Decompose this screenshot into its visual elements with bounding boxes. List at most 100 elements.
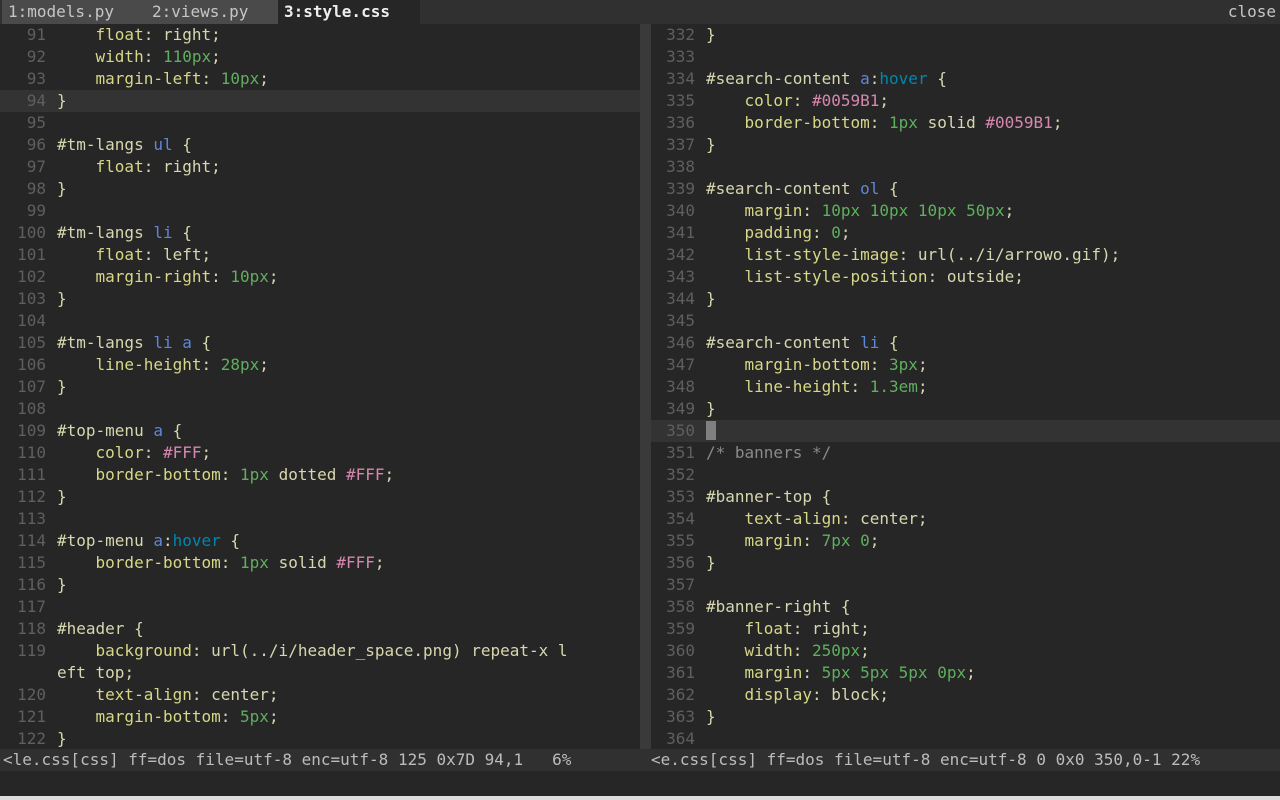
code-line[interactable]: 339 #search-content ol {	[651, 178, 1280, 200]
line-number: 119	[17, 641, 46, 660]
code-line[interactable]: 97 float: right;	[0, 156, 640, 178]
code-token: ;	[966, 663, 976, 682]
code-line[interactable]: 355 margin: 7px 0;	[651, 530, 1280, 552]
code-line[interactable]: 111 border-bottom: 1px dotted #FFF;	[0, 464, 640, 486]
code-line[interactable]: 358 #banner-right {	[651, 596, 1280, 618]
code-line[interactable]: 95	[0, 112, 640, 134]
tab-views-py[interactable]: 2:views.py	[146, 0, 280, 24]
code-line[interactable]: 102 margin-right: 10px;	[0, 266, 640, 288]
code-line[interactable]: 360 width: 250px;	[651, 640, 1280, 662]
code-line[interactable]: 119 background: url(../i/header_space.pn…	[0, 640, 640, 662]
code-line[interactable]: 357	[651, 574, 1280, 596]
code-line[interactable]: 103}	[0, 288, 640, 310]
code-line[interactable]: 107}	[0, 376, 640, 398]
code-line[interactable]: 347 margin-bottom: 3px;	[651, 354, 1280, 376]
code-token: outside	[946, 267, 1015, 286]
code-line[interactable]: 353 #banner-top {	[651, 486, 1280, 508]
code-line[interactable]: 342 list-style-image: url(../i/arrowo.gi…	[651, 244, 1280, 266]
code-line[interactable]: 362 display: block;	[651, 684, 1280, 706]
code-line[interactable]: 341 padding: 0;	[651, 222, 1280, 244]
code-line[interactable]: 99	[0, 200, 640, 222]
code-line[interactable]: 344}	[651, 288, 1280, 310]
code-line[interactable]: 356}	[651, 552, 1280, 574]
code-token: center	[211, 685, 269, 704]
code-line[interactable]: 346 #search-content li {	[651, 332, 1280, 354]
code-line[interactable]: 333	[651, 46, 1280, 68]
code-token: center	[860, 509, 918, 528]
close-button[interactable]: close	[1228, 0, 1276, 24]
code-line[interactable]: eft top;	[0, 662, 640, 684]
code-token: ;	[1014, 267, 1024, 286]
code-line[interactable]: 345	[651, 310, 1280, 332]
code-line[interactable]: 106 line-height: 28px;	[0, 354, 640, 376]
tab-style-css[interactable]: 3:style.css	[278, 0, 420, 24]
line-number: 355	[666, 531, 695, 550]
code-line[interactable]: 335 color: #0059B1;	[651, 90, 1280, 112]
code-token: #FFF	[336, 553, 375, 572]
line-number: 358	[666, 597, 695, 616]
code-token: 10px	[230, 267, 269, 286]
code-line[interactable]: 112}	[0, 486, 640, 508]
code-line[interactable]: 354 text-align: center;	[651, 508, 1280, 530]
code-line[interactable]: 101 float: left;	[0, 244, 640, 266]
code-line[interactable]: 115 border-bottom: 1px solid #FFF;	[0, 552, 640, 574]
code-line[interactable]: 343 list-style-position: outside;	[651, 266, 1280, 288]
code-line[interactable]: 118 #header {	[0, 618, 640, 640]
code-line[interactable]: 91 float: right;	[0, 24, 640, 46]
code-line[interactable]: 110 color: #FFF;	[0, 442, 640, 464]
line-number: 121	[17, 707, 46, 726]
code-line[interactable]: 100 #tm-langs li {	[0, 222, 640, 244]
code-text	[706, 420, 716, 442]
code-line[interactable]: 98}	[0, 178, 640, 200]
code-line[interactable]: 105 #tm-langs li a {	[0, 332, 640, 354]
code-line[interactable]: 337}	[651, 134, 1280, 156]
code-line[interactable]: 94}	[0, 90, 640, 112]
code-line[interactable]: 334 #search-content a:hover {	[651, 68, 1280, 90]
code-line[interactable]: 108	[0, 398, 640, 420]
code-token: left	[162, 245, 202, 264]
code-line[interactable]: 104	[0, 310, 640, 332]
code-line[interactable]: 117	[0, 596, 640, 618]
code-line[interactable]: 348 line-height: 1.3em;	[651, 376, 1280, 398]
right-editor-pane[interactable]: 332} 333 334 #search-content a:hover {335 c…	[651, 24, 1280, 749]
code-line[interactable]: 122}	[0, 728, 640, 749]
tab-models-py[interactable]: 1:models.py	[2, 0, 146, 24]
code-line[interactable]: 338	[651, 156, 1280, 178]
code-line[interactable]: 350	[651, 420, 1280, 442]
code-token: ;	[201, 443, 212, 462]
code-line[interactable]: 96 #tm-langs ul {	[0, 134, 640, 156]
code-line[interactable]: 113	[0, 508, 640, 530]
code-line[interactable]: 359 float: right;	[651, 618, 1280, 640]
code-line[interactable]: 121 margin-bottom: 5px;	[0, 706, 640, 728]
code-line[interactable]: 116}	[0, 574, 640, 596]
vertical-split-divider[interactable]	[640, 24, 651, 749]
code-text: #top-menu a {	[57, 420, 182, 442]
code-line[interactable]: 352	[651, 464, 1280, 486]
code-token: url(../i/header_space.png) repeat-x l	[211, 641, 568, 660]
line-number: 356	[666, 553, 695, 572]
code-token: :	[220, 553, 241, 572]
code-line[interactable]: 340 margin: 10px 10px 10px 50px;	[651, 200, 1280, 222]
command-line[interactable]	[0, 771, 1280, 796]
code-line[interactable]: 93 margin-left: 10px;	[0, 68, 640, 90]
code-line[interactable]: 336 border-bottom: 1px solid #0059B1;	[651, 112, 1280, 134]
code-token: ;	[1052, 113, 1063, 132]
code-line[interactable]: 109 #top-menu a {	[0, 420, 640, 442]
code-line[interactable]: 349}	[651, 398, 1280, 420]
code-line[interactable]: 332}	[651, 24, 1280, 46]
code-line[interactable]: 120 text-align: center;	[0, 684, 640, 706]
code-line[interactable]: 361 margin: 5px 5px 5px 0px;	[651, 662, 1280, 684]
code-line[interactable]: 364	[651, 728, 1280, 749]
code-token: float	[95, 25, 144, 44]
code-line[interactable]: 114 #top-menu a:hover {	[0, 530, 640, 552]
code-text: float: left;	[57, 244, 212, 266]
code-line[interactable]: 92 width: 110px;	[0, 46, 640, 68]
left-editor-pane[interactable]: 91 float: right; 92 width: 110px; 93 margi…	[0, 24, 640, 749]
code-line[interactable]: 351 /* banners */	[651, 442, 1280, 464]
code-line[interactable]: 363}	[651, 706, 1280, 728]
code-token: {	[879, 333, 899, 352]
code-token: float	[744, 619, 793, 638]
